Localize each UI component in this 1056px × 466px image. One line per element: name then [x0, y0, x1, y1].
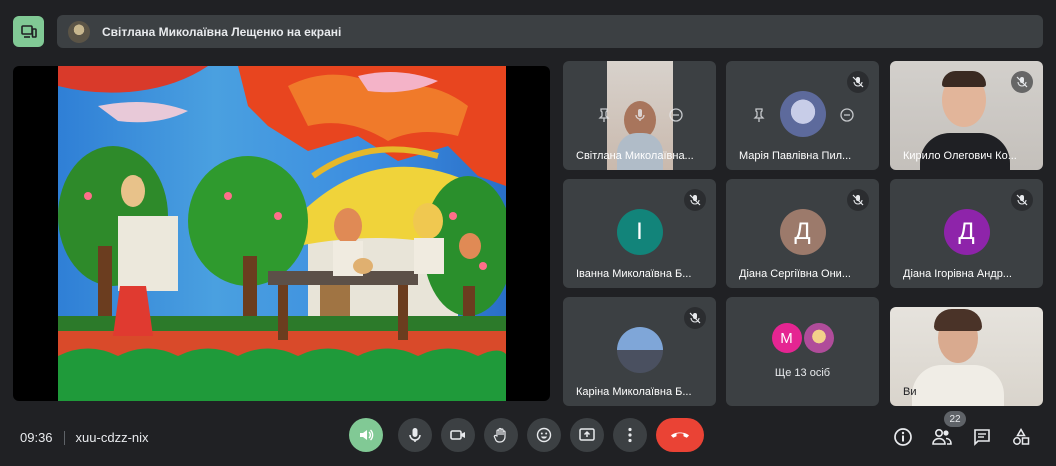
- reactions-button[interactable]: [527, 418, 561, 452]
- mute-icon[interactable]: [630, 105, 650, 125]
- more-vert-icon: [628, 427, 632, 443]
- present-screen-icon: [579, 428, 595, 441]
- present-now-button[interactable]: [570, 418, 604, 452]
- participant-tile-6[interactable]: Д Діана Ігорівна Андр...: [890, 179, 1043, 288]
- people-icon: [932, 428, 952, 445]
- volume-icon: [360, 429, 374, 441]
- tile-hover-tools: [726, 105, 879, 125]
- raise-hand-button[interactable]: [484, 418, 518, 452]
- participant-tile-4[interactable]: І Іванна Миколаївна Б...: [563, 179, 716, 288]
- speaker-button[interactable]: [349, 418, 383, 452]
- emoji-icon: [536, 427, 552, 443]
- meeting-code: xuu-cdzz-nix: [75, 430, 149, 445]
- participant-name: Іванна Миколаївна Б...: [576, 268, 692, 280]
- mic-off-icon: [847, 189, 869, 211]
- participant-name: Кирило Олегович Ко...: [903, 150, 1017, 162]
- mic-off-icon: [684, 189, 706, 211]
- meeting-details-button[interactable]: [892, 426, 914, 448]
- participant-name: Каріна Миколаївна Б...: [576, 386, 692, 398]
- info-icon: [894, 428, 912, 446]
- presentation-icon[interactable]: [13, 16, 44, 47]
- chat-icon: [974, 429, 990, 446]
- participant-tile-2[interactable]: Марія Павлівна Пил...: [726, 61, 879, 170]
- present-screen-icon: [20, 24, 37, 38]
- leave-call-button[interactable]: [656, 418, 704, 452]
- presenter-avatar: [68, 20, 90, 43]
- meet-window: Світлана Миколаївна Лещенко на екрані Св…: [0, 0, 1056, 466]
- more-avatars: М: [771, 323, 834, 353]
- more-initial-avatar: М: [771, 323, 802, 353]
- participant-avatar: [616, 327, 663, 373]
- presented-screen: [13, 66, 550, 401]
- mic-off-icon: [1011, 71, 1033, 93]
- more-participants-label: Ще 13 осіб: [774, 367, 831, 379]
- microphone-button[interactable]: [398, 418, 432, 452]
- remove-icon[interactable]: [837, 105, 857, 125]
- participant-tile-7[interactable]: Каріна Миколаївна Б...: [563, 297, 716, 406]
- presenting-banner: Світлана Миколаївна Лещенко на екрані: [57, 15, 1043, 48]
- camera-button[interactable]: [441, 418, 475, 452]
- participant-name: Діана Ігорівна Андр...: [903, 268, 1012, 280]
- shapes-icon: [1013, 428, 1030, 445]
- participant-tile-1[interactable]: Світлана Миколаївна...: [563, 61, 716, 170]
- participants-count-badge: 22: [944, 411, 966, 427]
- participant-initial-avatar: Д: [779, 209, 826, 255]
- tile-hover-tools: [563, 105, 716, 125]
- mic-icon: [409, 428, 421, 442]
- more-options-button[interactable]: [613, 418, 647, 452]
- pin-icon[interactable]: [594, 105, 614, 125]
- chat-button[interactable]: [971, 426, 993, 448]
- presenting-label: Світлана Миколаївна Лещенко на екрані: [102, 24, 342, 39]
- participant-name: Марія Павлівна Пил...: [739, 150, 852, 162]
- participant-initial-avatar: Д: [943, 209, 990, 255]
- hand-icon: [493, 427, 506, 443]
- meeting-time: 09:36: [20, 430, 53, 445]
- activities-button[interactable]: [1010, 426, 1032, 448]
- self-tile[interactable]: Ви: [890, 307, 1043, 406]
- mic-off-icon: [847, 71, 869, 93]
- camera-icon: [450, 430, 465, 440]
- participant-name: Діана Сергіївна Они...: [739, 268, 851, 280]
- mic-off-icon: [1011, 189, 1033, 211]
- participant-name: Світлана Миколаївна...: [576, 150, 694, 162]
- self-name: Ви: [903, 386, 917, 398]
- participant-initial-avatar: І: [616, 209, 663, 255]
- hangup-icon: [671, 432, 689, 438]
- participant-tile-3[interactable]: Кирило Олегович Ко...: [890, 61, 1043, 170]
- remove-icon[interactable]: [666, 105, 686, 125]
- participant-tile-5[interactable]: Д Діана Сергіївна Они...: [726, 179, 879, 288]
- more-participants-tile[interactable]: М Ще 13 осіб: [726, 297, 879, 406]
- participants-button[interactable]: [931, 426, 953, 448]
- control-bar: 09:36 xuu-cdzz-nix: [0, 418, 1056, 458]
- divider: [63, 430, 65, 445]
- mic-off-icon: [684, 307, 706, 329]
- meeting-info: 09:36 xuu-cdzz-nix: [20, 430, 149, 445]
- more-photo-avatar: [803, 323, 834, 353]
- shared-video-image: [58, 66, 506, 401]
- pin-icon[interactable]: [749, 105, 769, 125]
